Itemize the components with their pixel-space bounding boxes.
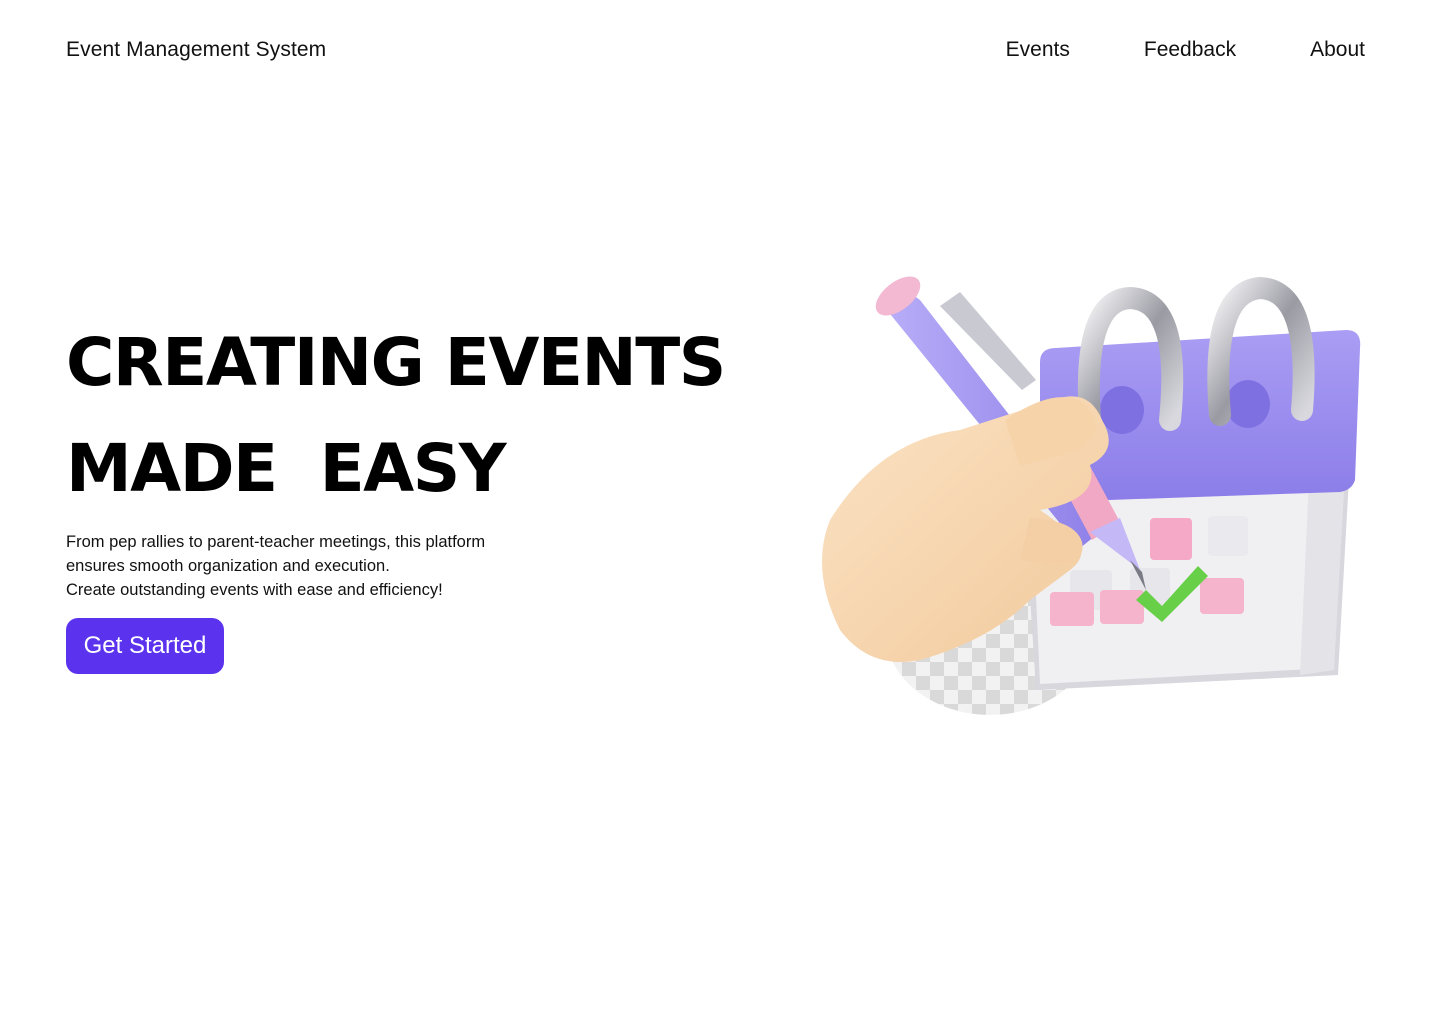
nav-link-feedback[interactable]: Feedback: [1144, 37, 1236, 63]
hand-pen-calendar-icon: [822, 276, 1361, 715]
nav-link-about[interactable]: About: [1310, 37, 1365, 63]
hero-description-line-1: From pep rallies to parent-teacher meeti…: [66, 532, 486, 551]
get-started-button[interactable]: Get Started: [66, 618, 224, 674]
hero-title-line-2: MADE EASY: [66, 430, 507, 507]
brand-title[interactable]: Event Management System: [66, 37, 326, 63]
hero-description-line-3: Create outstanding events with ease and …: [66, 580, 443, 599]
hero-title: CREATING EVENTS MADE EASY: [66, 310, 726, 522]
top-nav: Events Feedback About: [1006, 37, 1365, 63]
calendar-pen-illustration: [790, 270, 1370, 730]
nav-link-events[interactable]: Events: [1006, 37, 1070, 63]
hero-title-line-1: CREATING EVENTS: [66, 324, 726, 401]
hero-description-line-2: ensures smooth organization and executio…: [66, 556, 390, 575]
hero-description: From pep rallies to parent-teacher meeti…: [66, 530, 586, 602]
